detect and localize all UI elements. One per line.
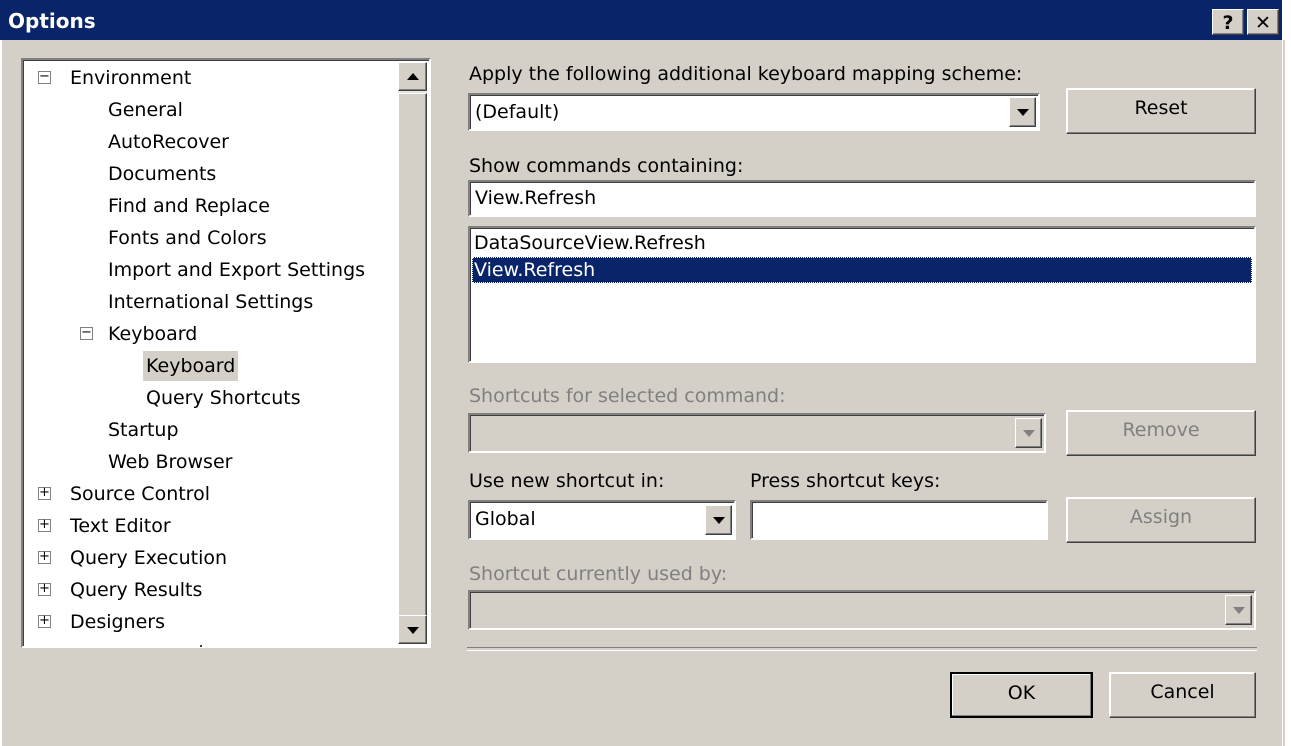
- mapping-scheme-label: Apply the following additional keyboard …: [469, 63, 1023, 85]
- chevron-down-icon: [1017, 109, 1029, 116]
- scroll-thumb[interactable]: [398, 93, 427, 629]
- tree-item-label: Import and Export Settings: [108, 259, 366, 281]
- mapping-scheme-dropdown-button[interactable]: [1009, 97, 1036, 127]
- arrow-down-icon: [407, 627, 419, 634]
- ok-button-label: OK: [1007, 682, 1036, 704]
- command-filter-value: View.Refresh: [475, 187, 597, 209]
- tree-item-label: Web Browser: [108, 451, 233, 473]
- tree-item-label: Text Editor: [70, 515, 171, 537]
- tree-scrollbar[interactable]: [398, 62, 427, 644]
- remove-button-label: Remove: [1122, 419, 1200, 441]
- arrow-up-icon: [407, 73, 419, 80]
- assign-button-label: Assign: [1129, 506, 1193, 528]
- shortcut-used-by-label: Shortcut currently used by:: [469, 563, 728, 585]
- command-filter-input[interactable]: View.Refresh: [468, 180, 1256, 217]
- tree-item-label: General: [108, 99, 183, 121]
- assign-button[interactable]: Assign: [1066, 497, 1256, 543]
- tree-item-label: AutoRecover: [108, 131, 229, 153]
- shortcuts-for-command-label: Shortcuts for selected command:: [469, 385, 786, 407]
- expand-icon[interactable]: +: [38, 518, 51, 532]
- tree-item-label: Source Control: [70, 483, 210, 505]
- expand-icon[interactable]: +: [38, 582, 51, 596]
- use-new-shortcut-label: Use new shortcut in:: [469, 470, 665, 492]
- tree-item-label: Startup: [108, 419, 179, 441]
- ok-button[interactable]: OK: [950, 672, 1093, 718]
- window-title: Options: [8, 9, 96, 33]
- tree-item-label: Documents: [108, 163, 217, 185]
- press-shortcut-keys-input[interactable]: [750, 500, 1048, 540]
- separator: [467, 647, 1257, 651]
- commands-list[interactable]: DataSourceView.Refresh View.Refresh: [468, 226, 1256, 363]
- press-shortcut-keys-label: Press shortcut keys:: [750, 470, 941, 492]
- tree-item-label: Query Results: [70, 579, 203, 601]
- scroll-up-button[interactable]: [398, 62, 427, 91]
- shortcuts-dropdown-button[interactable]: [1015, 418, 1042, 448]
- collapse-icon[interactable]: −: [80, 326, 93, 340]
- expand-icon[interactable]: +: [38, 614, 51, 628]
- tree-item-label: Find and Replace: [108, 195, 270, 217]
- close-button[interactable]: ✕: [1247, 9, 1279, 35]
- tree-item-label: International Settings: [108, 291, 314, 313]
- collapse-icon[interactable]: −: [38, 70, 51, 84]
- tree-fragment: [200, 645, 202, 647]
- mapping-scheme-combo[interactable]: (Default): [468, 93, 1040, 131]
- use-new-shortcut-dropdown-button[interactable]: [705, 505, 732, 535]
- tree-item-label: Environment: [70, 67, 192, 89]
- tree-item-label: Query Shortcuts: [146, 387, 301, 409]
- chevron-down-icon: [1023, 430, 1035, 437]
- window-left-edge: [0, 40, 2, 746]
- tree-item-label: Keyboard: [108, 323, 198, 345]
- shortcut-used-by-combo[interactable]: [468, 590, 1256, 630]
- help-button[interactable]: ?: [1212, 9, 1244, 35]
- list-item-selected[interactable]: View.Refresh: [472, 257, 1252, 283]
- list-item[interactable]: DataSourceView.Refresh: [472, 230, 1252, 256]
- use-new-shortcut-combo[interactable]: Global: [468, 500, 736, 540]
- chevron-down-icon: [1233, 607, 1245, 614]
- reset-button-label: Reset: [1134, 97, 1188, 119]
- chevron-down-icon: [713, 517, 725, 524]
- shortcut-used-by-dropdown-button[interactable]: [1225, 595, 1252, 625]
- tree-item-label: Designers: [70, 611, 165, 633]
- mapping-scheme-value: (Default): [475, 101, 560, 123]
- window-edge-line: [1283, 40, 1285, 746]
- remove-button[interactable]: Remove: [1066, 410, 1256, 456]
- expand-icon[interactable]: +: [38, 550, 51, 564]
- tree-item-label: Fonts and Colors: [108, 227, 267, 249]
- tree-item-label: Keyboard: [143, 351, 239, 381]
- cancel-button-label: Cancel: [1150, 681, 1215, 703]
- show-commands-label: Show commands containing:: [469, 155, 744, 177]
- title-bar[interactable]: [0, 0, 1282, 40]
- expand-icon[interactable]: +: [38, 486, 51, 500]
- reset-button[interactable]: Reset: [1066, 88, 1256, 134]
- tree-item-label: Query Execution: [70, 547, 228, 569]
- cancel-button[interactable]: Cancel: [1109, 672, 1256, 718]
- scroll-down-button[interactable]: [398, 615, 427, 644]
- shortcuts-for-command-combo[interactable]: [468, 413, 1046, 453]
- use-new-shortcut-value: Global: [475, 508, 536, 530]
